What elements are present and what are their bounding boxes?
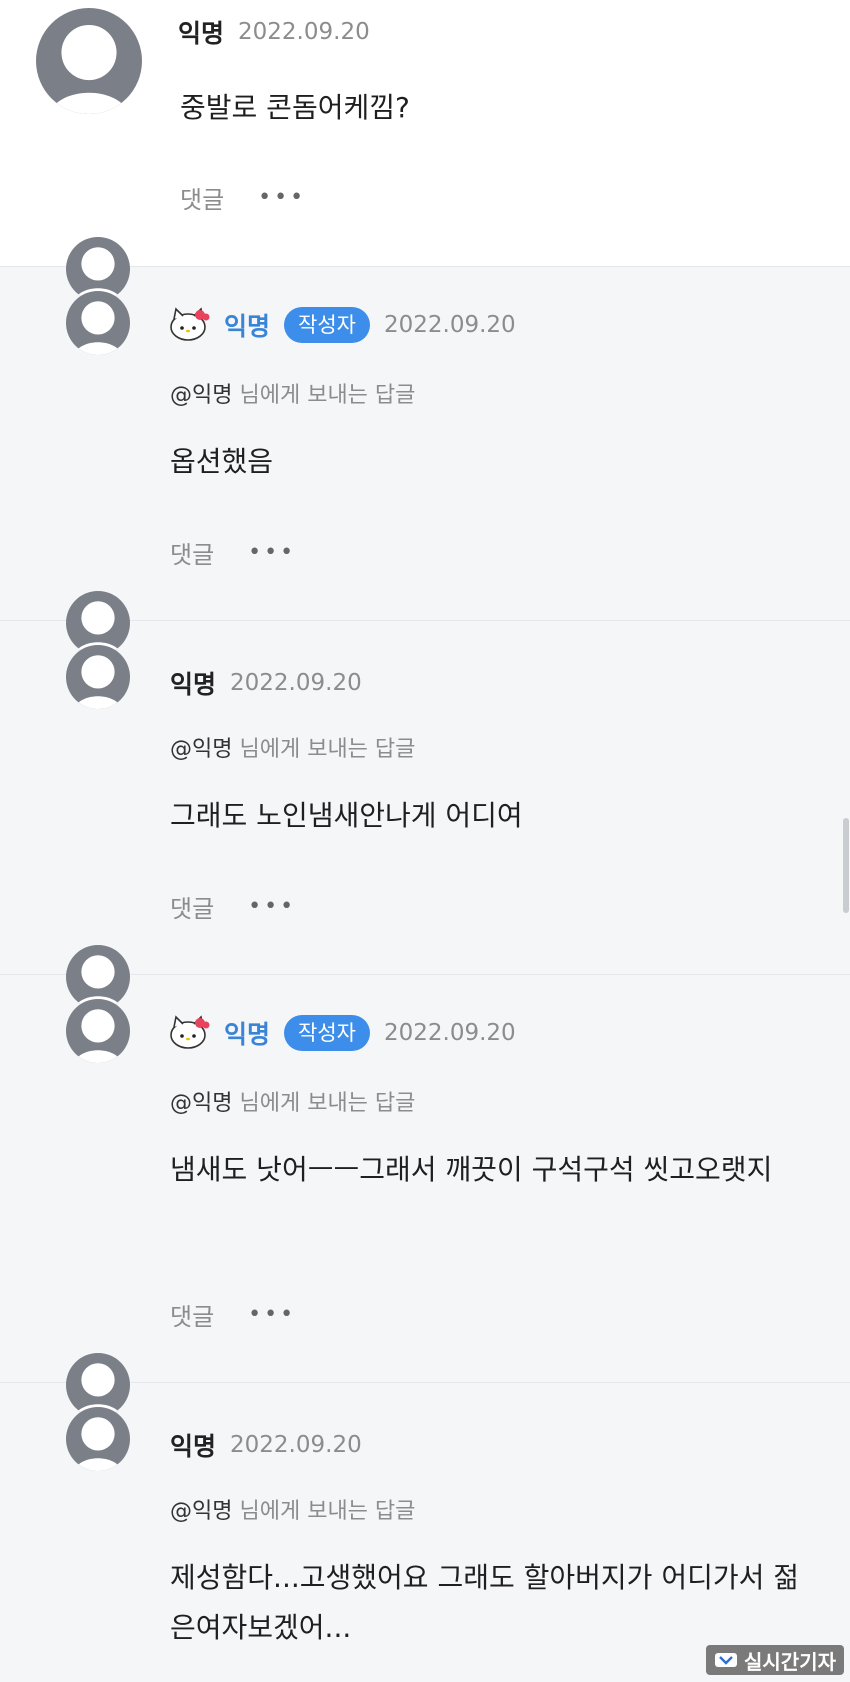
comment-date: 2022.09.20 xyxy=(383,1020,516,1046)
reply-mention: @익명 님에게 보내는 답글 xyxy=(170,1085,415,1117)
scrollbar[interactable] xyxy=(843,818,849,913)
hello-kitty-icon xyxy=(170,307,210,341)
comment-author[interactable]: 익명 xyxy=(224,307,270,343)
reply-comment: 익명 작성자 2022.09.20 @익명 님에게 보내는 답글 옵션했음 댓글… xyxy=(0,237,850,621)
avatar[interactable] xyxy=(66,1407,130,1471)
reply-mention: @익명 님에게 보내는 답글 xyxy=(170,1493,415,1525)
user-silhouette-icon xyxy=(73,301,123,355)
comment-date: 2022.09.20 xyxy=(383,312,516,338)
comment-top: 익명 2022.09.20 중발로 콘돔어케낌? 댓글 ••• xyxy=(0,0,850,266)
comment-text: 그래도 노인냄새안나게 어디여 xyxy=(170,799,523,832)
avatar[interactable] xyxy=(36,8,142,114)
reply-mention: @익명 님에게 보내는 답글 xyxy=(170,377,415,409)
comment-author[interactable]: 익명 xyxy=(178,14,224,50)
reply-comment: 익명 2022.09.20 @익명 님에게 보내는 답글 그래도 노인냄새안나게… xyxy=(0,591,850,975)
comment-date: 2022.09.20 xyxy=(238,19,370,45)
comment-text: 냄새도 낫어ㅡㅡ그래서 깨끗이 구석구석 씻고오랫지 xyxy=(170,1153,773,1186)
mention-suffix: 님에게 보내는 답글 xyxy=(239,1091,416,1116)
user-silhouette-icon xyxy=(48,24,130,114)
mention-user[interactable]: @익명 xyxy=(170,737,232,762)
reply-comment: 익명 작성자 2022.09.20 @익명 님에게 보내는 답글 냄새도 낫어ㅡ… xyxy=(0,945,850,1383)
comment-text: 중발로 콘돔어케낌? xyxy=(180,91,410,124)
author-badge: 작성자 xyxy=(284,1015,370,1051)
reply-button[interactable]: 댓글 xyxy=(170,1297,214,1332)
brand-logo-icon xyxy=(715,1653,737,1667)
user-silhouette-icon xyxy=(73,655,123,709)
mention-user[interactable]: @익명 xyxy=(170,1091,232,1116)
more-options-button[interactable]: ••• xyxy=(248,540,296,565)
watermark: 실시간기자 xyxy=(706,1645,844,1675)
comment-author[interactable]: 익명 xyxy=(170,665,216,701)
hello-kitty-icon xyxy=(170,1015,210,1049)
more-options-button[interactable]: ••• xyxy=(248,1302,296,1327)
comment-date: 2022.09.20 xyxy=(230,1432,362,1458)
avatar[interactable] xyxy=(66,645,130,709)
comment-author[interactable]: 익명 xyxy=(224,1015,270,1051)
user-silhouette-icon xyxy=(73,1009,123,1063)
avatar[interactable] xyxy=(66,999,130,1063)
reply-button[interactable]: 댓글 xyxy=(170,535,214,570)
author-badge: 작성자 xyxy=(284,307,370,343)
mention-suffix: 님에게 보내는 답글 xyxy=(239,383,416,408)
comment-author[interactable]: 익명 xyxy=(170,1427,216,1463)
more-options-button[interactable]: ••• xyxy=(248,894,296,919)
comment-date: 2022.09.20 xyxy=(230,670,362,696)
more-options-button[interactable]: ••• xyxy=(258,185,306,210)
watermark-text: 실시간기자 xyxy=(744,1649,836,1674)
comment-text: 옵션했음 xyxy=(170,445,274,478)
reply-comment: 익명 2022.09.20 @익명 님에게 보내는 답글 제성함다...고생했어… xyxy=(0,1353,850,1682)
avatar[interactable] xyxy=(66,291,130,355)
reply-mention: @익명 님에게 보내는 답글 xyxy=(170,731,415,763)
mention-suffix: 님에게 보내는 답글 xyxy=(239,737,416,762)
mention-suffix: 님에게 보내는 답글 xyxy=(239,1499,416,1524)
reply-button[interactable]: 댓글 xyxy=(170,889,214,924)
user-silhouette-icon xyxy=(73,1417,123,1471)
mention-user[interactable]: @익명 xyxy=(170,1499,232,1524)
reply-button[interactable]: 댓글 xyxy=(180,180,224,215)
mention-user[interactable]: @익명 xyxy=(170,383,232,408)
comment-text: 제성함다...고생했어요 그래도 할아버지가 어디가서 젊은여자보겠어... xyxy=(170,1561,800,1644)
